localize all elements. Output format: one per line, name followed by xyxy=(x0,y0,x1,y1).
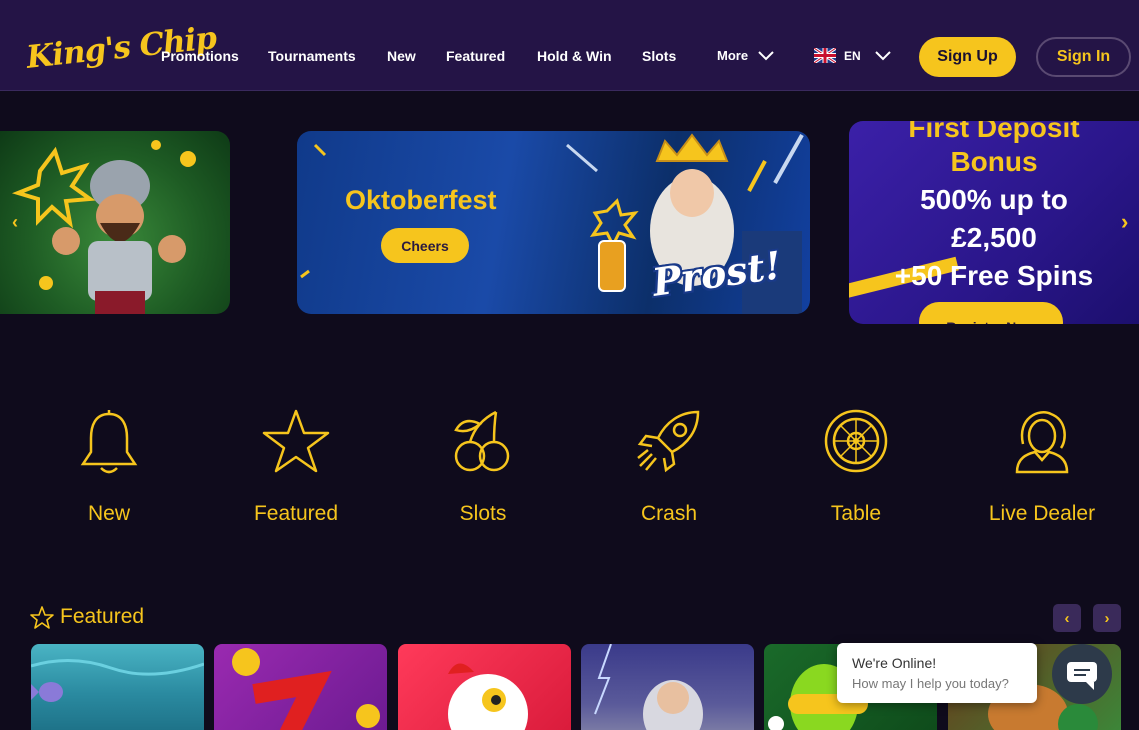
nav-hold-and-win[interactable]: Hold & Win xyxy=(537,48,612,64)
deposit-line-5: +50 Free Spins xyxy=(894,260,1094,291)
game-tile[interactable] xyxy=(581,644,754,730)
fish-icon xyxy=(31,659,204,702)
chevron-down-icon xyxy=(874,50,891,60)
category-live-dealer[interactable]: Live Dealer xyxy=(972,408,1112,526)
rocket-icon xyxy=(637,410,700,473)
sign-in-button[interactable]: Sign In xyxy=(1036,37,1131,77)
featured-next-button[interactable]: › xyxy=(1093,604,1121,632)
deposit-line-3: 500% up to xyxy=(920,184,1068,215)
deposit-line-2: Bonus xyxy=(950,146,1038,177)
category-crash[interactable]: Crash xyxy=(599,408,739,526)
register-now-button[interactable]: Register Now xyxy=(919,302,1063,324)
language-selector[interactable]: EN xyxy=(814,48,891,63)
uk-flag-icon xyxy=(814,48,836,63)
sign-up-button[interactable]: Sign Up xyxy=(919,37,1016,77)
banner-gonzo[interactable]: ‹ xyxy=(0,131,230,314)
zeus-icon xyxy=(594,644,703,730)
featured-section-title: Featured xyxy=(30,605,144,629)
banner-oktoberfest[interactable]: Oktoberfest Cheers Prost! xyxy=(297,131,810,314)
star-icon xyxy=(262,409,330,473)
nav-promotions[interactable]: Promotions xyxy=(161,48,239,64)
chevron-down-icon xyxy=(758,50,774,60)
oktoberfest-title: Oktoberfest xyxy=(345,185,497,215)
character-illustration xyxy=(11,140,196,314)
nav-new[interactable]: New xyxy=(387,48,416,64)
category-label: Table xyxy=(830,502,882,525)
roulette-icon xyxy=(824,409,888,473)
chat-help-text: How may I help you today? xyxy=(852,676,1009,691)
chat-greeting-bubble[interactable]: We're Online! How may I help you today? xyxy=(837,643,1037,703)
seven-icon xyxy=(232,648,380,730)
nav-tournaments[interactable]: Tournaments xyxy=(268,48,356,64)
category-label: Featured xyxy=(253,502,339,525)
chicken-icon xyxy=(448,663,528,730)
more-menu[interactable]: More xyxy=(717,48,774,63)
featured-prev-button[interactable]: ‹ xyxy=(1053,604,1081,632)
category-slots[interactable]: Slots xyxy=(413,408,553,526)
chat-icon xyxy=(1067,662,1097,690)
category-label: Slots xyxy=(459,502,507,525)
chat-online-text: We're Online! xyxy=(852,655,937,671)
featured-title-text: Featured xyxy=(60,605,145,628)
banner-first-deposit[interactable]: First Deposit Bonus 500% up to £2,500 +5… xyxy=(849,121,1139,324)
game-tile[interactable] xyxy=(398,644,571,730)
nav-featured[interactable]: Featured xyxy=(446,48,505,64)
more-label: More xyxy=(717,48,749,63)
bell-icon xyxy=(80,410,138,474)
category-label: Live Dealer xyxy=(988,502,1096,525)
category-new[interactable]: New xyxy=(39,408,179,526)
dealer-icon xyxy=(1015,411,1069,474)
chat-launcher-button[interactable] xyxy=(1052,644,1112,704)
cherries-icon xyxy=(454,410,510,472)
banner-next-arrow[interactable]: › xyxy=(1121,209,1128,235)
category-label: New xyxy=(87,502,130,525)
category-table[interactable]: Table xyxy=(786,408,926,526)
category-featured[interactable]: Featured xyxy=(226,408,366,526)
site-header: King's Chip Promotions Tournaments New F… xyxy=(0,0,1139,91)
star-icon xyxy=(30,605,54,629)
lang-code: EN xyxy=(844,48,861,63)
cheers-button[interactable]: Cheers xyxy=(381,228,469,263)
game-tile[interactable] xyxy=(214,644,387,730)
nav-slots[interactable]: Slots xyxy=(642,48,676,64)
deposit-line-4: £2,500 xyxy=(951,222,1037,253)
category-label: Crash xyxy=(640,502,698,525)
banner-prev-arrow[interactable]: ‹ xyxy=(12,212,18,233)
game-tile[interactable] xyxy=(31,644,204,730)
